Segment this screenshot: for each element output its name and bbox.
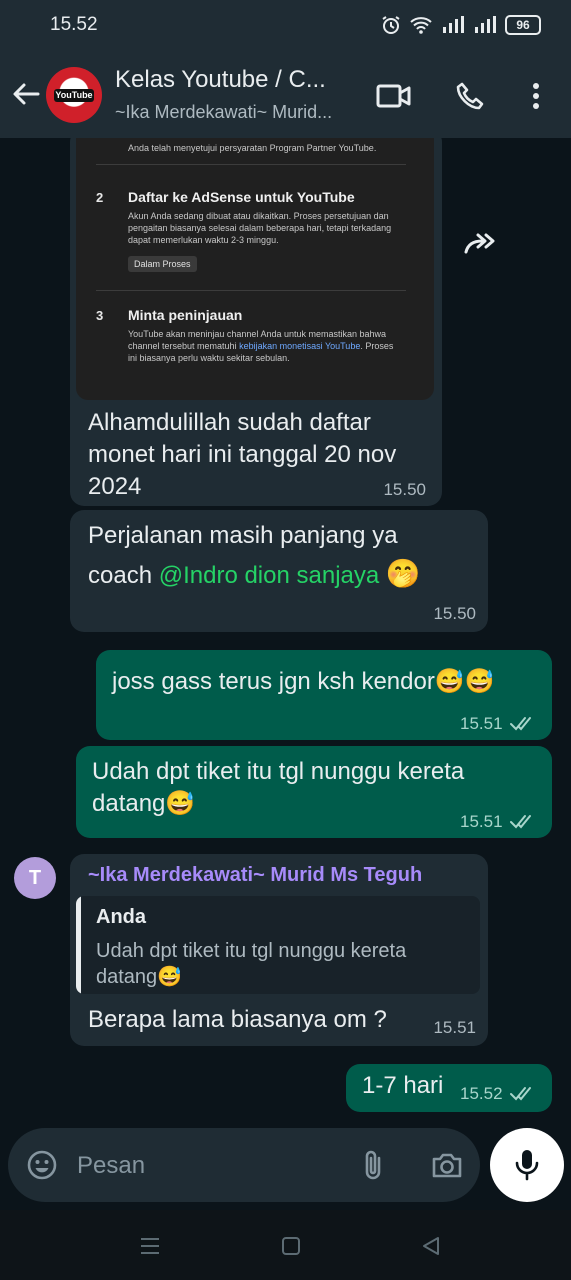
camera-icon (432, 1153, 462, 1178)
system-nav-bar (0, 1210, 571, 1280)
quote-line: datang😅 (96, 966, 183, 988)
screenshot-text: ini biasanya perlu waktu sekitar sebulan… (128, 353, 290, 363)
message-composer[interactable]: Pesan (8, 1128, 480, 1202)
attach-icon (365, 1150, 381, 1180)
message-text: Perjalanan masih panjang ya coach @Indro… (88, 520, 478, 592)
quote-text: Udah dpt tiket itu tgl nunggu kereta dat… (96, 938, 466, 990)
recents-icon[interactable] (138, 1234, 162, 1258)
signal-icon-2 (475, 16, 496, 33)
outgoing-message[interactable]: 1-7 hari 15.52 (346, 1064, 552, 1112)
message-text: 1-7 hari (362, 1072, 444, 1099)
status-time: 15.52 (50, 14, 98, 35)
message-text: Udah dpt tiket itu tgl nunggu kereta dat… (92, 756, 532, 820)
battery-indicator: 96 (505, 15, 541, 35)
back-nav-icon[interactable] (419, 1234, 443, 1258)
sender-avatar[interactable]: T (14, 857, 56, 899)
wifi-icon (410, 17, 432, 34)
screenshot-status-chip: Dalam Proses (128, 256, 197, 272)
chat-header: YouTube Kelas Youtube / C... ~Ika Merdek… (0, 52, 571, 138)
double-check-icon (510, 717, 531, 731)
quote-line: Udah dpt tiket itu tgl nunggu kereta (96, 940, 407, 962)
reply-message[interactable]: ~Ika Merdekawati~ Murid Ms Teguh Anda Ud… (70, 854, 488, 1046)
screenshot-text: dapat memerlukan waktu 2-3 minggu. (128, 235, 279, 245)
message-line: Udah dpt tiket itu tgl nunggu kereta (92, 758, 465, 785)
shared-screenshot[interactable]: Anda telah menyetujui persyaratan Progra… (76, 138, 434, 400)
double-check-icon (510, 815, 531, 829)
message-time: 15.51 (433, 1018, 476, 1037)
screenshot-step-number: 2 (96, 190, 104, 205)
attach-button[interactable] (355, 1147, 391, 1183)
screenshot-step-title: Minta peninjauan (128, 307, 243, 323)
double-check-icon (510, 1087, 531, 1101)
sender-name[interactable]: ~Ika Merdekawati~ Murid Ms Teguh (88, 864, 422, 887)
back-arrow-icon (13, 83, 40, 105)
chat-title[interactable]: Kelas Youtube / C... (115, 66, 355, 94)
screenshot-step-number: 3 (96, 308, 104, 323)
message-line: coach @Indro dion sanjaya 🤭 (88, 558, 478, 592)
voice-record-button[interactable] (490, 1128, 564, 1202)
signal-icon (443, 16, 464, 33)
more-vert-icon (533, 83, 539, 109)
forward-icon (464, 233, 495, 254)
screenshot-text: Anda telah menyetujui persyaratan Progra… (128, 143, 377, 153)
message-text-part: coach (88, 562, 159, 589)
quote-author: Anda (96, 906, 146, 928)
message-line: Perjalanan masih panjang ya (88, 522, 398, 549)
mention-link[interactable]: @Indro dion sanjaya (159, 562, 380, 589)
screenshot-divider (96, 164, 406, 165)
status-icons: 96 (381, 13, 541, 37)
message-text: Berapa lama biasanya om ? (88, 1006, 387, 1033)
video-call-button[interactable] (374, 76, 414, 116)
forward-button[interactable] (455, 224, 505, 264)
image-message[interactable]: Anda telah menyetujui persyaratan Progra… (70, 138, 442, 506)
screenshot-policy-link: kebijakan monetisasi YouTube (239, 341, 361, 351)
emoji: 🤭 (385, 558, 421, 589)
message-text: joss gass terus jgn ksh kendor😅😅 (112, 668, 495, 695)
back-button[interactable] (10, 78, 42, 115)
incoming-message[interactable]: Perjalanan masih panjang ya coach @Indro… (70, 510, 488, 632)
message-time: 15.51 (460, 714, 503, 733)
emoji-button[interactable] (24, 1147, 60, 1183)
more-options-button[interactable] (516, 76, 556, 116)
message-time: 15.52 (460, 1084, 503, 1103)
voice-call-button[interactable] (450, 76, 490, 116)
home-icon[interactable] (279, 1234, 303, 1258)
message-input[interactable]: Pesan (77, 1152, 145, 1180)
screenshot-step-title: Daftar ke AdSense untuk YouTube (128, 189, 355, 205)
message-time: 15.50 (383, 480, 426, 499)
camera-button[interactable] (429, 1147, 465, 1183)
screenshot-divider (96, 290, 406, 291)
screenshot-text-part: . Proses (360, 341, 394, 351)
group-avatar[interactable]: YouTube (46, 67, 102, 123)
quote-bar (76, 896, 81, 994)
video-call-icon (376, 84, 411, 108)
mic-icon (515, 1150, 539, 1181)
screenshot-text-part: channel tersebut mematuhi (128, 341, 240, 351)
chat-subtitle[interactable]: ~Ika Merdekawati~ Murid... (115, 102, 360, 123)
outgoing-message[interactable]: Udah dpt tiket itu tgl nunggu kereta dat… (76, 746, 552, 838)
chat-area[interactable]: Anda telah menyetujui persyaratan Progra… (0, 138, 571, 1210)
outgoing-message[interactable]: joss gass terus jgn ksh kendor😅😅 15.51 (96, 650, 552, 740)
alarm-icon (382, 16, 400, 34)
quoted-message[interactable]: Anda Udah dpt tiket itu tgl nunggu keret… (76, 896, 480, 994)
message-line: monet hari ini tanggal 20 nov (88, 441, 397, 468)
emoji-icon (27, 1150, 57, 1180)
message-line: Alhamdulillah sudah daftar (88, 409, 371, 436)
message-time: 15.51 (460, 812, 503, 831)
status-bar: 15.52 96 (0, 0, 571, 52)
message-time: 15.50 (433, 604, 476, 623)
phone-call-icon (456, 82, 484, 110)
avatar-logo: YouTube (54, 89, 94, 102)
